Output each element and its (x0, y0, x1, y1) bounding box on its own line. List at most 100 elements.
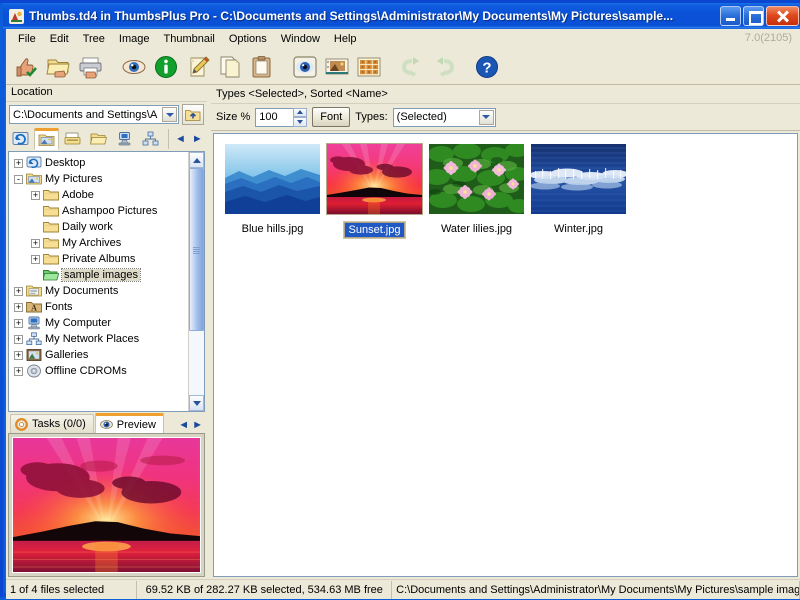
thumbnail-label[interactable]: Blue hills.jpg (238, 222, 308, 236)
thumbnail-image-water-lilies[interactable] (429, 144, 524, 214)
expand-icon[interactable]: + (14, 334, 23, 344)
list-item[interactable]: Winter.jpg (528, 144, 629, 238)
close-button[interactable] (766, 6, 799, 26)
bottom-tab-prev[interactable]: ◄ (178, 419, 189, 431)
bottom-tab-nav: ◄ ► (178, 419, 203, 433)
thumbnail-image-sunset[interactable] (326, 143, 423, 215)
folder-open-green-icon (42, 268, 60, 282)
filmstrip-button[interactable] (322, 52, 352, 82)
tree-item-fonts[interactable]: + A Fonts (11, 299, 188, 315)
tree-item-private-albums[interactable]: + Private Albums (11, 251, 188, 267)
tree-item-label: Adobe (62, 189, 94, 201)
size-percent-input[interactable]: 100 (255, 107, 294, 127)
thumbnail-ok-button[interactable] (12, 52, 42, 82)
open-folder-icon (90, 133, 107, 145)
thumbnail-label[interactable]: Water lilies.jpg (437, 222, 516, 236)
thumbnail-label[interactable]: Winter.jpg (550, 222, 607, 236)
paste-button[interactable] (247, 52, 277, 82)
help-button[interactable]: ? (472, 52, 502, 82)
print-button[interactable] (76, 52, 106, 82)
expand-icon[interactable]: + (14, 366, 23, 376)
size-decrement-button[interactable] (293, 117, 308, 127)
scroll-track[interactable] (189, 168, 204, 395)
tree-item-my-pictures[interactable]: - My Pictures (11, 171, 188, 187)
size-percent-stepper[interactable]: 100 (255, 107, 308, 127)
thumbnail-image-winter[interactable] (531, 144, 626, 214)
tree-item-my-network-places[interactable]: + My Network Places (11, 331, 188, 347)
bottom-tab-next[interactable]: ► (192, 419, 203, 431)
size-increment-button[interactable] (293, 107, 308, 117)
tree-item-my-documents[interactable]: + My Documents (11, 283, 188, 299)
back-button[interactable] (397, 52, 427, 82)
folder-icon (43, 236, 59, 250)
location-value: C:\Documents and Settings\A (13, 108, 158, 121)
tree-btn-network[interactable] (138, 128, 163, 150)
font-button[interactable]: Font (312, 107, 351, 127)
tree-nav-next[interactable]: ► (190, 133, 205, 145)
tree-btn-drive[interactable] (112, 128, 137, 150)
expand-icon[interactable]: + (14, 302, 23, 312)
menu-edit[interactable]: Edit (43, 30, 76, 48)
menu-file[interactable]: File (11, 30, 43, 48)
tab-tasks[interactable]: Tasks (0/0) (10, 414, 94, 433)
preview-image[interactable] (12, 437, 201, 573)
tree-item-adobe[interactable]: + Adobe (11, 187, 188, 203)
thumbnail-label[interactable]: Sunset.jpg (342, 221, 407, 239)
tree-item-my-computer[interactable]: + My Computer (11, 315, 188, 331)
contact-sheet-button[interactable] (354, 52, 384, 82)
expand-icon[interactable]: + (31, 238, 40, 248)
tree-item-ashampoo-pictures[interactable]: Ashampoo Pictures (11, 203, 188, 219)
view-image-button[interactable] (119, 52, 149, 82)
types-select[interactable]: (Selected) (392, 107, 496, 127)
thumbnail-grid[interactable]: Blue hills.jpg Sunset.jpg Water lilies.j… (213, 133, 798, 577)
up-folder-button[interactable] (182, 104, 204, 125)
tree-btn-desktop[interactable] (8, 128, 33, 150)
menu-tree[interactable]: Tree (76, 30, 112, 48)
tree-item-galleries[interactable]: + Galleries (11, 347, 188, 363)
menu-thumbnail[interactable]: Thumbnail (157, 30, 222, 48)
tree-btn-folder[interactable] (86, 128, 111, 150)
folder-tree[interactable]: + Desktop - My Pictures + Adobe Ashampoo Pictu… (9, 152, 188, 411)
scroll-thumb[interactable] (189, 168, 204, 332)
batch-folder-button[interactable] (44, 52, 74, 82)
list-item[interactable]: Water lilies.jpg (426, 144, 527, 238)
tree-btn-pictures[interactable] (34, 128, 59, 150)
slideshow-button[interactable] (290, 52, 320, 82)
menu-options[interactable]: Options (222, 30, 274, 48)
tree-item-my-archives[interactable]: + My Archives (11, 235, 188, 251)
list-item[interactable]: Blue hills.jpg (222, 144, 323, 238)
tree-btn-scanner[interactable] (60, 128, 85, 150)
expand-icon[interactable]: + (31, 254, 40, 264)
svg-text:?: ? (482, 59, 491, 76)
expand-icon[interactable]: + (31, 190, 40, 200)
collapse-icon[interactable]: - (14, 174, 23, 184)
menu-image[interactable]: Image (112, 30, 157, 48)
tab-preview[interactable]: Preview (94, 413, 164, 433)
edit-image-button[interactable] (183, 52, 213, 82)
chevron-down-icon[interactable] (478, 109, 494, 125)
menu-help[interactable]: Help (327, 30, 364, 48)
tree-item-sample-images[interactable]: sample images (11, 267, 188, 283)
expand-icon[interactable]: + (14, 158, 23, 168)
location-input[interactable]: C:\Documents and Settings\A (9, 105, 179, 124)
maximize-button[interactable] (743, 6, 764, 26)
expand-icon[interactable]: + (14, 350, 23, 360)
menu-window[interactable]: Window (274, 30, 327, 48)
scroll-down-button[interactable] (189, 395, 204, 411)
minimize-button[interactable] (720, 6, 741, 26)
expand-icon[interactable]: + (14, 318, 23, 328)
image-info-button[interactable] (151, 52, 181, 82)
tree-vertical-scrollbar[interactable] (188, 152, 204, 411)
thumbnail-image-blue-hills[interactable] (225, 144, 320, 214)
copy-button[interactable] (215, 52, 245, 82)
expand-icon[interactable]: + (14, 286, 23, 296)
list-item[interactable]: Sunset.jpg (324, 143, 425, 239)
scroll-up-button[interactable] (189, 152, 204, 168)
tree-item-offline-cdroms[interactable]: + Offline CDROMs (11, 363, 188, 379)
tree-nav-prev[interactable]: ◄ (173, 133, 188, 145)
tree-item-daily-work[interactable]: Daily work (11, 219, 188, 235)
forward-button[interactable] (429, 52, 459, 82)
tree-item-desktop[interactable]: + Desktop (11, 155, 188, 171)
chevron-down-icon[interactable] (162, 107, 177, 122)
